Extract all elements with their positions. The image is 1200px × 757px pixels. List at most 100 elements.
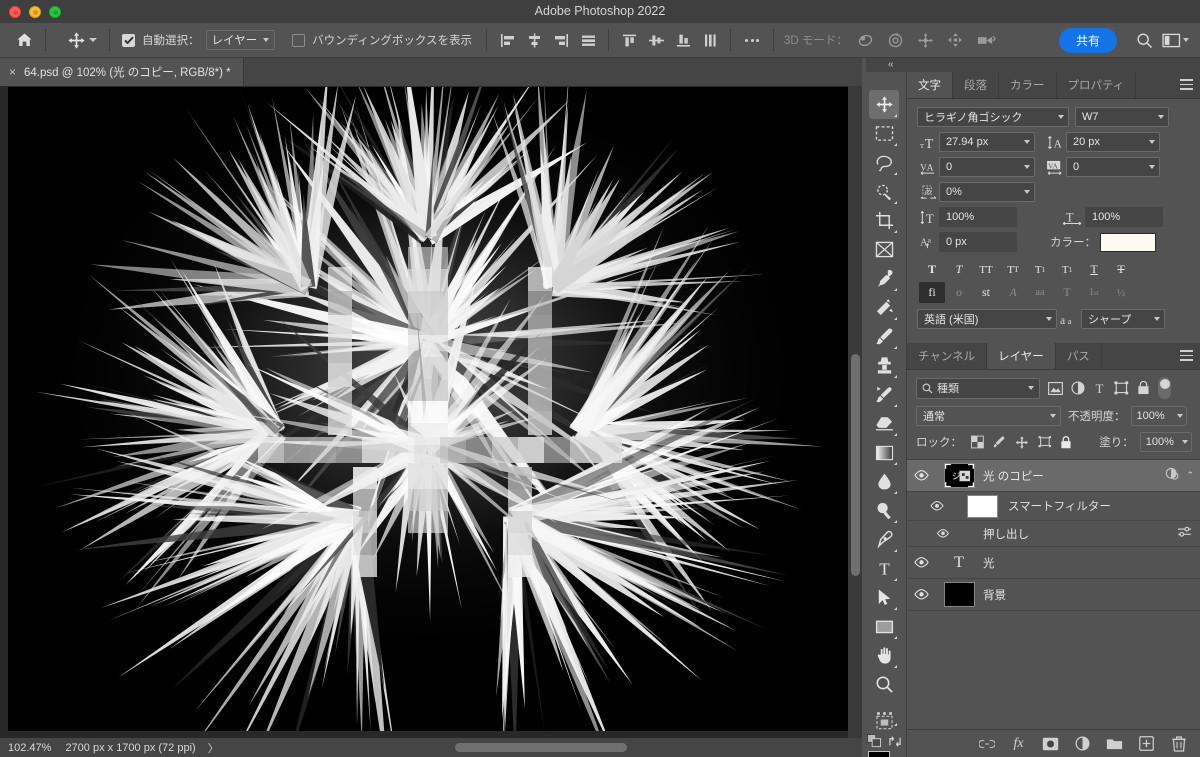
small-caps-button[interactable]: TT	[1000, 259, 1026, 280]
artboard[interactable]	[8, 87, 848, 731]
font-size-input[interactable]: 27.94 px	[939, 132, 1035, 152]
character-panel-menu-icon[interactable]	[1180, 79, 1193, 90]
distribute-horizontal-icon[interactable]	[576, 28, 600, 52]
delete-layer-icon[interactable]	[1170, 735, 1187, 752]
quick-selection-tool[interactable]	[869, 177, 899, 206]
blend-mode-dropdown[interactable]: 通常	[916, 406, 1061, 426]
status-expand-icon[interactable]: 〉	[196, 740, 219, 756]
lasso-tool[interactable]	[869, 148, 899, 177]
zoom-tool[interactable]	[869, 670, 899, 699]
horizontal-scale-input[interactable]: 100%	[1085, 207, 1163, 227]
dodge-tool[interactable]	[869, 496, 899, 525]
layer-visibility-toggle[interactable]	[907, 557, 935, 568]
tab-properties[interactable]: プロパティ	[1057, 72, 1137, 98]
faux-italic-button[interactable]: T	[946, 259, 972, 280]
layers-panel-menu-icon[interactable]	[1180, 350, 1193, 361]
strikethrough-button[interactable]: T	[1108, 259, 1134, 280]
layer-style-fx-icon[interactable]: fx	[1010, 735, 1027, 752]
brush-tool[interactable]	[869, 322, 899, 351]
lock-artboard-icon[interactable]	[1038, 435, 1052, 449]
auto-select-target-dropdown[interactable]: レイヤー	[205, 30, 276, 50]
lock-position-icon[interactable]	[1015, 435, 1029, 450]
close-document-icon[interactable]: ×	[9, 66, 16, 78]
chevron-up-icon[interactable]: ⌃	[1186, 470, 1194, 481]
move-tool[interactable]	[869, 90, 899, 119]
align-left-icon[interactable]	[495, 28, 519, 52]
path-selection-tool[interactable]	[869, 583, 899, 612]
superscript-button[interactable]: T1	[1027, 259, 1053, 280]
layer-row-text[interactable]: T 光	[907, 547, 1200, 579]
horizontal-scroll-thumb[interactable]	[455, 743, 627, 752]
titling-alternates-button[interactable]: T	[1054, 282, 1080, 303]
new-adjustment-layer-icon[interactable]	[1074, 735, 1091, 752]
history-brush-tool[interactable]	[869, 380, 899, 409]
font-style-dropdown[interactable]: W7	[1075, 107, 1169, 127]
smart-filter-group-row[interactable]: スマートフィルター	[907, 492, 1200, 521]
workspace-icon[interactable]	[1159, 27, 1183, 53]
new-layer-icon[interactable]	[1138, 735, 1155, 752]
align-middle-vertical-icon[interactable]	[644, 28, 668, 52]
language-dropdown[interactable]: 英語 (米国)	[917, 309, 1057, 329]
lock-image-pixels-icon[interactable]	[993, 435, 1006, 449]
type-tool[interactable]: T	[869, 554, 899, 583]
home-icon[interactable]	[11, 27, 37, 53]
rotate-3d-icon[interactable]	[855, 27, 877, 53]
subscript-button[interactable]: T1	[1054, 259, 1080, 280]
smart-filter-visibility-toggle[interactable]	[907, 501, 967, 511]
eyedropper-tool[interactable]	[869, 264, 899, 293]
collapse-panels-icon[interactable]: «	[888, 59, 894, 70]
healing-brush-tool[interactable]	[869, 293, 899, 322]
pan-3d-icon[interactable]	[915, 27, 937, 53]
adjustment-filter-icon[interactable]	[1071, 381, 1085, 395]
align-top-icon[interactable]	[617, 28, 641, 52]
shape-filter-icon[interactable]	[1114, 381, 1129, 395]
opacity-input[interactable]: 100%	[1130, 406, 1187, 426]
document-tab[interactable]: × 64.psd @ 102% (光 のコピー, RGB/8*) *	[0, 58, 244, 86]
tab-layers[interactable]: レイヤー	[987, 343, 1056, 369]
underline-button[interactable]: T	[1081, 259, 1107, 280]
active-tool-chip[interactable]	[63, 27, 101, 53]
pixel-filter-icon[interactable]	[1048, 381, 1063, 395]
screen-mode-button[interactable]	[866, 708, 902, 738]
baseline-shift-input[interactable]: 0 px	[939, 232, 1017, 252]
tsume-input[interactable]: 0%	[939, 182, 1035, 202]
tab-paragraph[interactable]: 段落	[953, 72, 999, 98]
smart-filter-row[interactable]: 押し出し	[907, 521, 1200, 547]
vertical-scale-input[interactable]: 100%	[939, 207, 1017, 227]
shape-tool[interactable]	[869, 612, 899, 641]
filter-blending-options-icon[interactable]	[1177, 525, 1192, 543]
frame-tool[interactable]	[869, 235, 899, 264]
all-caps-button[interactable]: TT	[973, 259, 999, 280]
blur-tool[interactable]	[869, 467, 899, 496]
tab-paths[interactable]: パス	[1056, 343, 1102, 369]
text-color-swatch[interactable]	[1100, 232, 1156, 252]
lock-transparent-pixels-icon[interactable]	[971, 435, 984, 449]
workspace-chevron-down-icon[interactable]	[1183, 38, 1189, 42]
font-family-dropdown[interactable]: ヒラギノ角ゴシック	[917, 107, 1069, 127]
link-layers-icon[interactable]	[978, 735, 995, 752]
crop-tool[interactable]	[869, 206, 899, 235]
tab-channels[interactable]: チャンネル	[907, 343, 988, 369]
marquee-tool[interactable]	[869, 119, 899, 148]
canvas-vertical-scrollbar[interactable]	[848, 86, 862, 738]
oldstyle-button[interactable]: aa	[1027, 282, 1053, 303]
layer-row-smart-object[interactable]: ジ 光 のコピー ⌃	[907, 460, 1200, 492]
layer-filter-toggle[interactable]	[1158, 377, 1171, 399]
pen-tool[interactable]	[869, 525, 899, 554]
slide-3d-icon[interactable]	[945, 27, 967, 53]
standard-ligatures-button[interactable]: fi	[919, 282, 945, 303]
distribute-vertical-icon[interactable]	[698, 28, 722, 52]
clone-stamp-tool[interactable]	[869, 351, 899, 380]
layer-row-background[interactable]: 背景	[907, 579, 1200, 611]
add-layer-mask-icon[interactable]	[1042, 735, 1059, 752]
lock-all-icon[interactable]	[1060, 435, 1072, 450]
layer-visibility-toggle[interactable]	[907, 470, 935, 481]
zoom-level[interactable]: 102.47%	[0, 742, 59, 754]
more-options-icon[interactable]	[739, 28, 765, 52]
gradient-tool[interactable]	[869, 438, 899, 467]
align-right-icon[interactable]	[549, 28, 573, 52]
tool-chevron-down-icon[interactable]	[89, 38, 97, 42]
hand-tool[interactable]	[869, 641, 899, 670]
contextual-alternates-button[interactable]: o	[946, 282, 972, 303]
share-button[interactable]: 共有	[1058, 27, 1117, 53]
